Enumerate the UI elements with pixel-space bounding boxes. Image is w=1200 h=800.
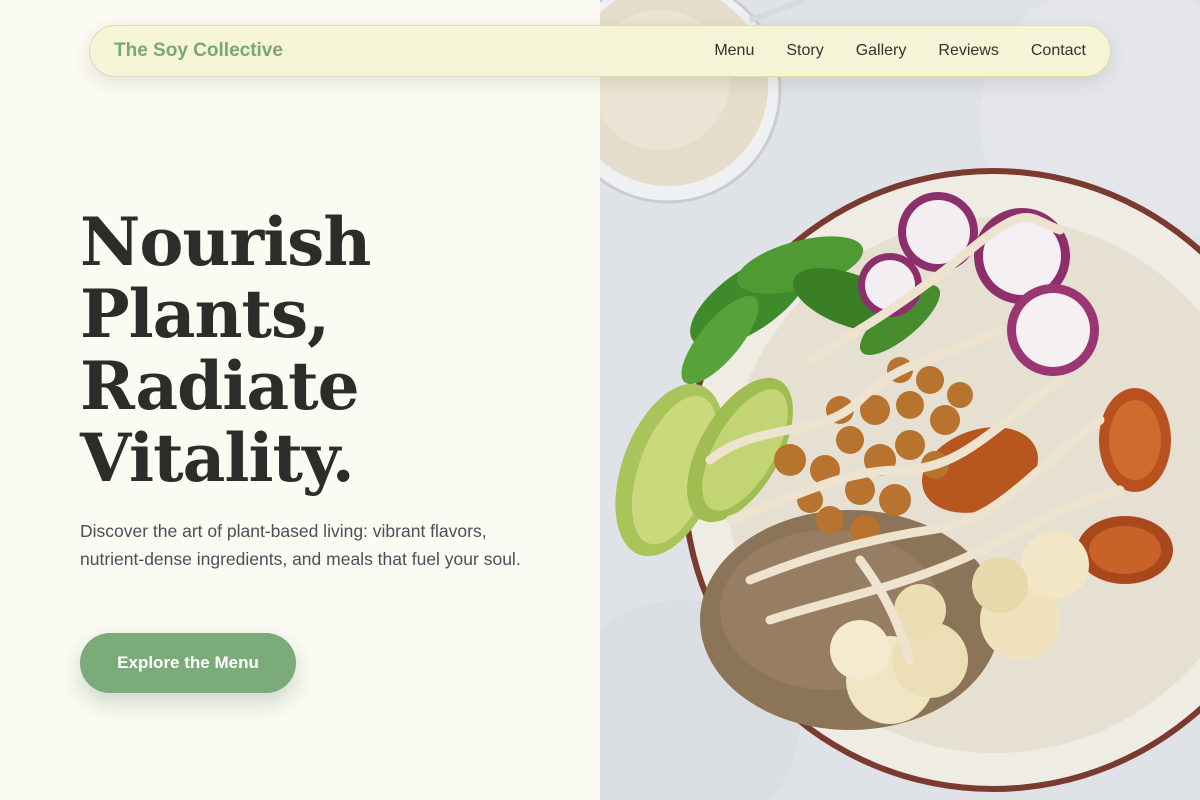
explore-menu-button[interactable]: Explore the Menu bbox=[80, 633, 296, 693]
headline-line: Nourish bbox=[80, 203, 371, 281]
brand-logo[interactable]: The Soy Collective bbox=[114, 40, 283, 62]
headline-line: Radiate bbox=[80, 347, 360, 425]
navbar: The Soy Collective Menu Story Gallery Re… bbox=[89, 25, 1111, 77]
headline-line: Plants, bbox=[80, 275, 330, 353]
hero-subtext: Discover the art of plant-based living: … bbox=[80, 521, 521, 569]
hero-food-image bbox=[600, 0, 1200, 800]
nav-item-contact[interactable]: Contact bbox=[1031, 42, 1086, 60]
nav-item-reviews[interactable]: Reviews bbox=[938, 42, 998, 60]
hero-headline: Nourish Plants, Radiate Vitality. bbox=[80, 206, 560, 494]
nav-links: Menu Story Gallery Reviews Contact bbox=[714, 42, 1086, 60]
nav-item-story[interactable]: Story bbox=[786, 42, 823, 60]
headline-line: Vitality. bbox=[80, 419, 355, 497]
nav-item-gallery[interactable]: Gallery bbox=[856, 42, 907, 60]
nav-item-menu[interactable]: Menu bbox=[714, 42, 754, 60]
